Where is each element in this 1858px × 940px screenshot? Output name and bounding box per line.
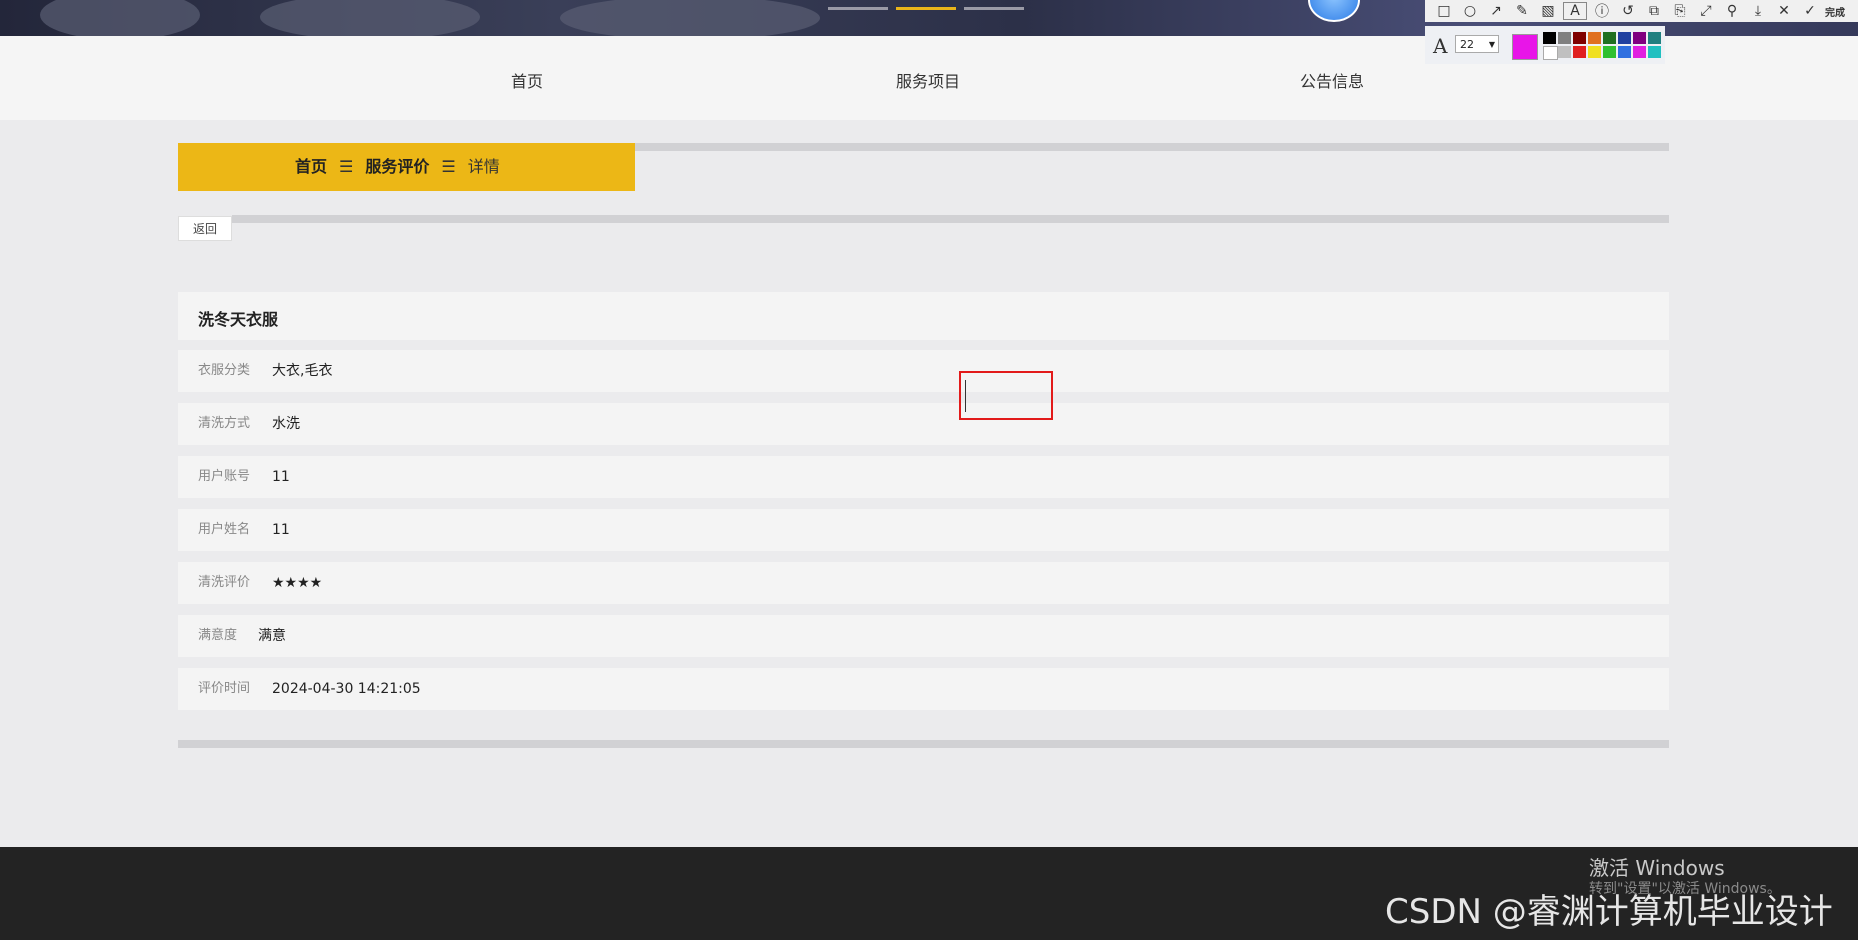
detail-row: 评价时间 2024-04-30 14:21:05 <box>178 668 1669 710</box>
text-tool-icon[interactable]: A <box>1563 2 1587 20</box>
text-caret <box>965 380 966 412</box>
color-swatch[interactable] <box>1588 32 1601 44</box>
color-palette <box>1543 32 1661 60</box>
field-label: 衣服分类 <box>198 363 251 378</box>
done-button[interactable]: 完成 <box>1825 4 1845 19</box>
field-value: 11 <box>272 469 290 485</box>
divider <box>635 143 1669 151</box>
detail-row: 满意度 满意 <box>178 615 1669 657</box>
carousel-dot-active[interactable] <box>896 7 956 10</box>
detail-title-row: 洗冬天衣服 <box>178 292 1669 340</box>
field-value: 11 <box>272 522 290 538</box>
crop-icon[interactable]: ⧉ <box>1643 3 1665 19</box>
field-label: 评价时间 <box>198 681 251 696</box>
field-label: 用户姓名 <box>198 522 251 537</box>
field-label: 清洗评价 <box>198 575 251 590</box>
field-label: 用户账号 <box>198 469 251 484</box>
color-swatch[interactable] <box>1588 46 1601 58</box>
color-swatch[interactable] <box>1558 46 1571 58</box>
undo-icon[interactable]: ↺ <box>1617 3 1639 19</box>
divider <box>232 215 1669 223</box>
download-icon[interactable]: ⤓ <box>1747 3 1769 19</box>
text-style-panel: A 22 <box>1425 26 1665 64</box>
field-label: 清洗方式 <box>198 416 251 431</box>
breadcrumb-current: 详情 <box>467 157 500 176</box>
detail-row: 清洗评价 ★★★★ <box>178 562 1669 604</box>
color-swatch[interactable] <box>1618 46 1631 58</box>
font-icon: A <box>1433 34 1448 58</box>
field-value: 大衣,毛衣 <box>272 363 333 379</box>
font-size-select[interactable]: 22 <box>1455 35 1499 54</box>
color-swatch[interactable] <box>1603 46 1616 58</box>
color-swatch[interactable] <box>1618 32 1631 44</box>
breadcrumb-section[interactable]: 服务评价 <box>365 157 429 176</box>
activate-windows-title: 激活 Windows <box>1589 856 1725 880</box>
color-swatch[interactable] <box>1558 32 1571 44</box>
detail-row: 用户姓名 11 <box>178 509 1669 551</box>
carousel-indicators <box>828 7 1024 10</box>
color-swatch[interactable] <box>1543 32 1556 44</box>
avatar[interactable] <box>1308 0 1360 22</box>
detail-row: 用户账号 11 <box>178 456 1669 498</box>
carousel-dot[interactable] <box>964 7 1024 10</box>
number-tool-icon[interactable]: ⓘ <box>1591 1 1613 21</box>
back-button[interactable]: 返回 <box>178 216 232 241</box>
field-label: 满意度 <box>198 628 238 643</box>
check-icon[interactable]: ✓ <box>1799 3 1821 19</box>
breadcrumb-separator-icon: ☰ <box>339 157 354 176</box>
pin-icon[interactable]: ⚲ <box>1721 3 1743 19</box>
text-input-box[interactable] <box>959 371 1053 420</box>
copy-icon[interactable]: ⎘ <box>1669 3 1691 19</box>
color-swatch[interactable] <box>1543 46 1558 60</box>
detail-row: 清洗方式 水洗 <box>178 403 1669 445</box>
field-value: 2024-04-30 14:21:05 <box>272 681 421 697</box>
color-swatch[interactable] <box>1648 46 1661 58</box>
screenshot-toolbar: □ ○ ↗ ✎ ▧ A ⓘ ↺ ⧉ ⎘ ⤢ ⚲ ⤓ ✕ ✓ 完成 A 22 <box>1425 0 1858 64</box>
breadcrumb: 首页 ☰ 服务评价 ☰ 详情 <box>178 143 635 191</box>
pen-tool-icon[interactable]: ✎ <box>1511 3 1533 19</box>
divider <box>178 740 1669 748</box>
detail-title: 洗冬天衣服 <box>198 310 279 329</box>
nav-item-announcements[interactable]: 公告信息 <box>1300 68 1364 92</box>
current-color-swatch[interactable] <box>1512 34 1538 60</box>
screenshot-toolbar-actions: □ ○ ↗ ✎ ▧ A ⓘ ↺ ⧉ ⎘ ⤢ ⚲ ⤓ ✕ ✓ 完成 <box>1425 0 1858 22</box>
close-icon[interactable]: ✕ <box>1773 3 1795 19</box>
ellipse-tool-icon[interactable]: ○ <box>1459 3 1481 19</box>
carousel-dot[interactable] <box>828 7 888 10</box>
csdn-watermark: CSDN @睿渊计算机毕业设计 <box>1385 892 1833 932</box>
detail-row: 衣服分类 大衣,毛衣 <box>178 350 1669 392</box>
rectangle-tool-icon[interactable]: □ <box>1433 3 1455 19</box>
breadcrumb-separator-icon: ☰ <box>441 157 456 176</box>
color-swatch[interactable] <box>1633 32 1646 44</box>
arrow-tool-icon[interactable]: ↗ <box>1485 3 1507 19</box>
field-value: 水洗 <box>272 416 300 432</box>
color-swatch[interactable] <box>1603 32 1616 44</box>
nav-item-services[interactable]: 服务项目 <box>896 68 960 92</box>
rating-stars: ★★★★ <box>272 575 323 591</box>
color-swatch[interactable] <box>1648 32 1661 44</box>
fullscreen-icon[interactable]: ⤢ <box>1695 3 1717 19</box>
color-swatch[interactable] <box>1573 32 1586 44</box>
breadcrumb-home[interactable]: 首页 <box>295 157 327 176</box>
color-swatch[interactable] <box>1573 46 1586 58</box>
field-value: 满意 <box>258 628 286 644</box>
color-swatch[interactable] <box>1633 46 1646 58</box>
mosaic-tool-icon[interactable]: ▧ <box>1537 3 1559 19</box>
nav-item-home[interactable]: 首页 <box>511 68 543 92</box>
